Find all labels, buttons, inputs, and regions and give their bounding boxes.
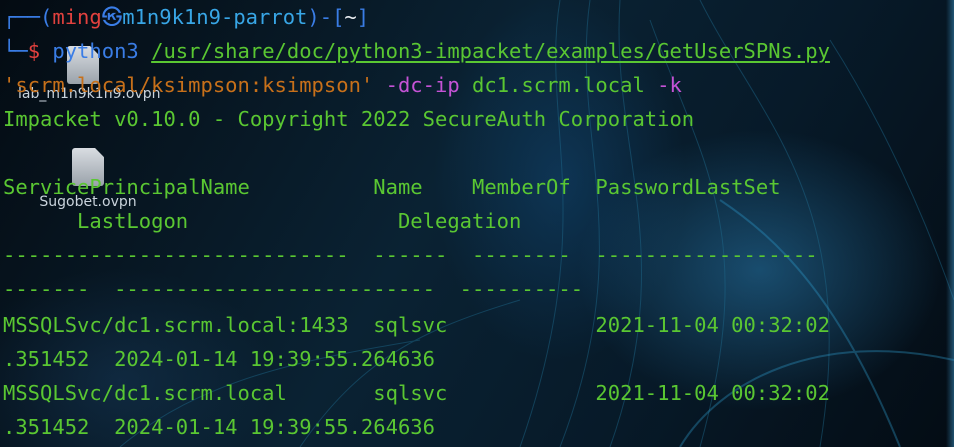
- prompt-at-icon: ㉿: [101, 5, 123, 29]
- prompt-dollar: $: [27, 39, 41, 63]
- impacket-banner: Impacket v0.10.0 - Copyright 2022 Secure…: [3, 107, 695, 131]
- table-separator-line-2: ------- -------------------------- -----…: [3, 277, 584, 301]
- command-dc-ip-flag: -dc-ip: [385, 73, 460, 97]
- table-row-continuation: .351452 2024-01-14 19:39:55.264636: [3, 415, 435, 439]
- prompt-line-1: ┌──(ming㉿m1n9k1n9-parrot)-[~]: [3, 0, 369, 34]
- table-header-line-2: LastLogon Delegation: [3, 209, 522, 233]
- table-row-continuation: .351452 2024-01-14 19:39:55.264636: [3, 347, 435, 371]
- command-credential: 'scrm.local/ksimpson:ksimpson': [3, 73, 374, 97]
- table-row: MSSQLSvc/dc1.scrm.local:1433 sqlsvc 2021…: [3, 313, 830, 337]
- prompt-end: ]: [356, 5, 370, 29]
- prompt-user: ming: [52, 5, 102, 29]
- prompt-box-bottom: └─: [3, 39, 28, 63]
- terminal-output[interactable]: ┌──(ming㉿m1n9k1n9-parrot)-[~] └─$ python…: [0, 0, 954, 447]
- command-continuation: 'scrm.local/ksimpson:ksimpson' -dc-ip dc…: [3, 68, 682, 102]
- command-kerberos-flag: -k: [657, 73, 682, 97]
- table-separator-line-1: ---------------------------- ------ ----…: [3, 243, 818, 267]
- prompt-mid: )-[: [307, 5, 345, 29]
- prompt-path: ~: [344, 5, 357, 29]
- prompt-line-2: └─$ python3 /usr/share/doc/python3-impac…: [3, 34, 830, 68]
- terminal-scrollbar[interactable]: [946, 0, 954, 447]
- command-program: python3: [52, 39, 139, 63]
- table-header-line-1: ServicePrincipalName Name MemberOf Passw…: [3, 175, 781, 199]
- prompt-host: m1n9k1n9-parrot: [122, 5, 308, 29]
- command-dc-host: dc1.scrm.local: [472, 73, 645, 97]
- table-row: MSSQLSvc/dc1.scrm.local sqlsvc 2021-11-0…: [3, 381, 830, 405]
- command-script-path: /usr/share/doc/python3-impacket/examples…: [151, 39, 830, 63]
- prompt-box-top: ┌──(: [3, 5, 53, 29]
